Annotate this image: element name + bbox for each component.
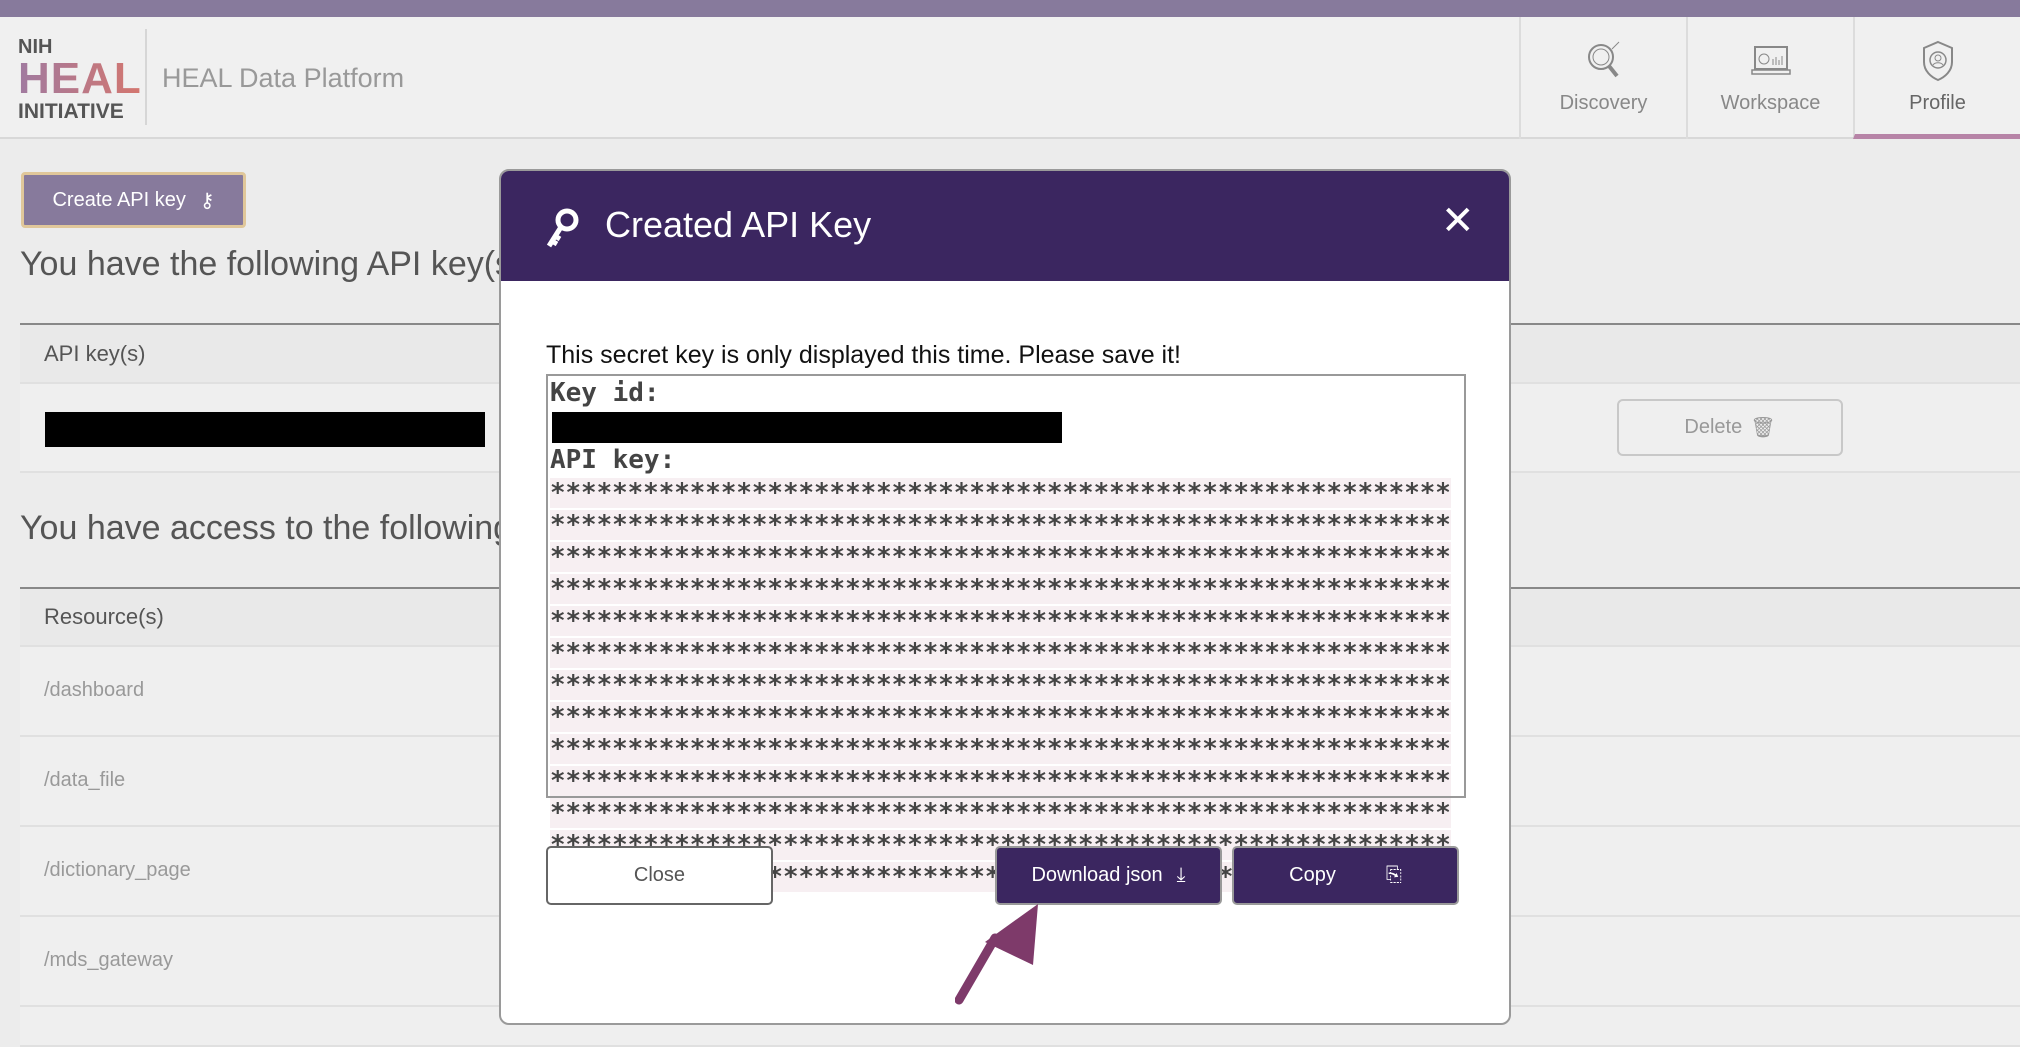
download-label: Download json: [1031, 864, 1163, 886]
trash-icon: 🗑: [1750, 417, 1776, 439]
close-button[interactable]: Close: [546, 846, 773, 905]
resource-path: /dashboard: [44, 679, 145, 701]
download-json-button[interactable]: Download json ⤓: [995, 846, 1222, 905]
key-icon: ⚷: [199, 189, 215, 212]
resource-path: /dictionary_page: [44, 859, 191, 881]
nav-discovery[interactable]: Discovery: [1519, 17, 1686, 139]
nav-workspace[interactable]: Workspace: [1686, 17, 1853, 139]
modal-message: This secret key is only displayed this t…: [546, 341, 1181, 369]
nav-label: Workspace: [1720, 92, 1821, 114]
close-icon[interactable]: ✕: [1441, 201, 1475, 241]
header: NIH HEAL INITIATIVE HEAL Data Platform D…: [0, 17, 2020, 139]
download-icon: ⤓: [1176, 864, 1186, 886]
api-key-label: API key:: [550, 445, 676, 475]
key-display-box[interactable]: Key id: API key: ***********************…: [546, 374, 1466, 892]
delete-label: Delete: [1684, 416, 1743, 438]
nav-label: Profile: [1909, 92, 1966, 114]
created-api-key-modal: Created API Key ✕ This secret key is onl…: [499, 169, 1511, 1025]
resource-path: /data_file: [44, 769, 126, 791]
delete-button[interactable]: Delete 🗑: [1617, 399, 1843, 456]
workspace-icon: [1751, 46, 1791, 75]
modal-title: Created API Key: [605, 204, 872, 245]
api-key-value: ****************************************…: [550, 478, 1451, 892]
copy-label: Copy: [1289, 864, 1336, 886]
api-keys-heading: You have the following API key(s): [20, 245, 524, 283]
discovery-icon: [1588, 41, 1620, 78]
modal-header: Created API Key ✕: [501, 171, 1509, 281]
redacted-key-id: [552, 412, 1062, 443]
resource-path: /mds_gateway: [44, 949, 173, 971]
close-label: Close: [633, 864, 686, 886]
key-id-label: Key id:: [550, 378, 660, 408]
copy-button[interactable]: Copy ⎘: [1232, 846, 1459, 905]
divider: [145, 29, 147, 125]
top-bar: [0, 0, 2020, 17]
redacted-key-id: [45, 412, 485, 447]
nih-heal-logo[interactable]: NIH HEAL INITIATIVE: [18, 37, 142, 122]
key-icon: [546, 208, 579, 248]
create-api-key-button[interactable]: Create API key ⚷: [21, 172, 246, 228]
nav-label: Discovery: [1559, 92, 1648, 114]
annotation-arrow-icon: [955, 904, 1038, 1005]
clipboard-icon: ⎘: [1385, 864, 1402, 886]
profile-icon: [1923, 40, 1953, 82]
logo-initiative: INITIATIVE: [18, 100, 124, 123]
logo-heal: HEAL: [18, 54, 142, 103]
create-api-key-label: Create API key: [52, 188, 186, 211]
platform-title: HEAL Data Platform: [162, 63, 405, 93]
nav-profile[interactable]: Profile: [1853, 17, 2020, 139]
